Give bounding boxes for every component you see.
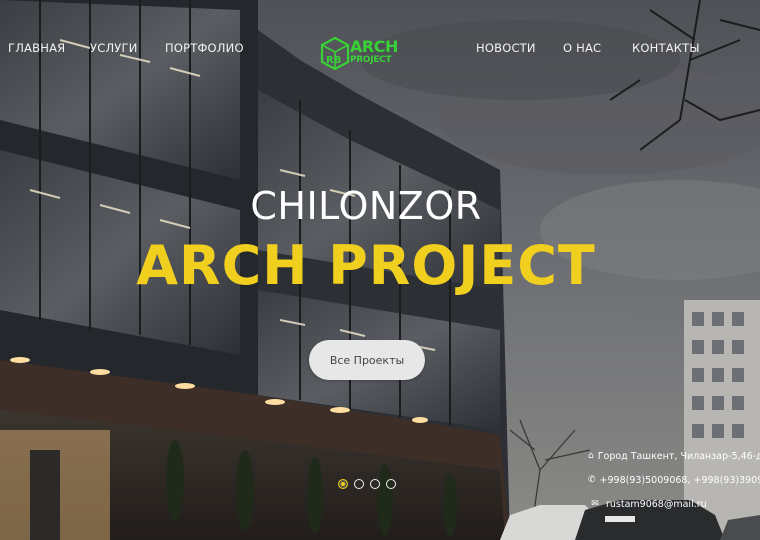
contact-phone-row: ✆ +998(93)5009068, +998(93)3909081 — [588, 468, 760, 492]
top-navigation: ГЛАВНАЯ УСЛУГИ ПОРТФОЛИО RB ARCH PROJECT… — [0, 0, 760, 96]
all-projects-button[interactable]: Все Проекты — [309, 340, 425, 380]
nav-link-contacts[interactable]: КОНТАКТЫ — [632, 41, 700, 55]
slider-dot-1[interactable] — [338, 479, 348, 489]
hero-subtitle: CHILONZOR — [250, 184, 482, 228]
nav-link-about[interactable]: О НАС — [563, 41, 601, 55]
hero-headline: CHILONZOR ARCH PROJECT — [0, 184, 732, 297]
nav-link-home[interactable]: ГЛАВНАЯ — [8, 41, 65, 55]
slider-pagination — [338, 479, 396, 489]
nav-link-news[interactable]: НОВОСТИ — [476, 41, 536, 55]
contact-info: ⌂ Город Ташкент, Чиланзар-5,46-дом ✆ +99… — [588, 444, 760, 516]
hero-title: ARCH PROJECT — [136, 234, 596, 297]
slider-dot-3[interactable] — [370, 479, 380, 489]
slider-dot-2[interactable] — [354, 479, 364, 489]
contact-email[interactable]: rustam9068@mail.ru — [606, 499, 707, 510]
nav-link-services[interactable]: УСЛУГИ — [90, 41, 138, 55]
logo-line-1: ARCH — [350, 37, 398, 56]
phone-icon: ✆ — [588, 475, 596, 485]
hero-banner: ГЛАВНАЯ УСЛУГИ ПОРТФОЛИО RB ARCH PROJECT… — [0, 0, 760, 540]
contact-email-row: ✉ rustam9068@mail.ru — [588, 492, 760, 516]
site-logo[interactable]: RB ARCH PROJECT — [320, 36, 404, 72]
logo-mark-letters: RB — [326, 55, 341, 66]
contact-address: Город Ташкент, Чиланзар-5,46-дом — [597, 450, 760, 462]
contact-phones[interactable]: +998(93)5009068, +998(93)3909081 — [600, 475, 760, 486]
slider-dot-4[interactable] — [386, 479, 396, 489]
logo-line-2: PROJECT — [350, 55, 392, 65]
logo-mark-icon: RB — [320, 36, 350, 71]
envelope-icon: ✉ — [591, 499, 599, 509]
home-icon: ⌂ — [588, 451, 594, 461]
contact-address-row: ⌂ Город Ташкент, Чиланзар-5,46-дом — [588, 444, 760, 468]
nav-link-portfolio[interactable]: ПОРТФОЛИО — [165, 41, 244, 55]
